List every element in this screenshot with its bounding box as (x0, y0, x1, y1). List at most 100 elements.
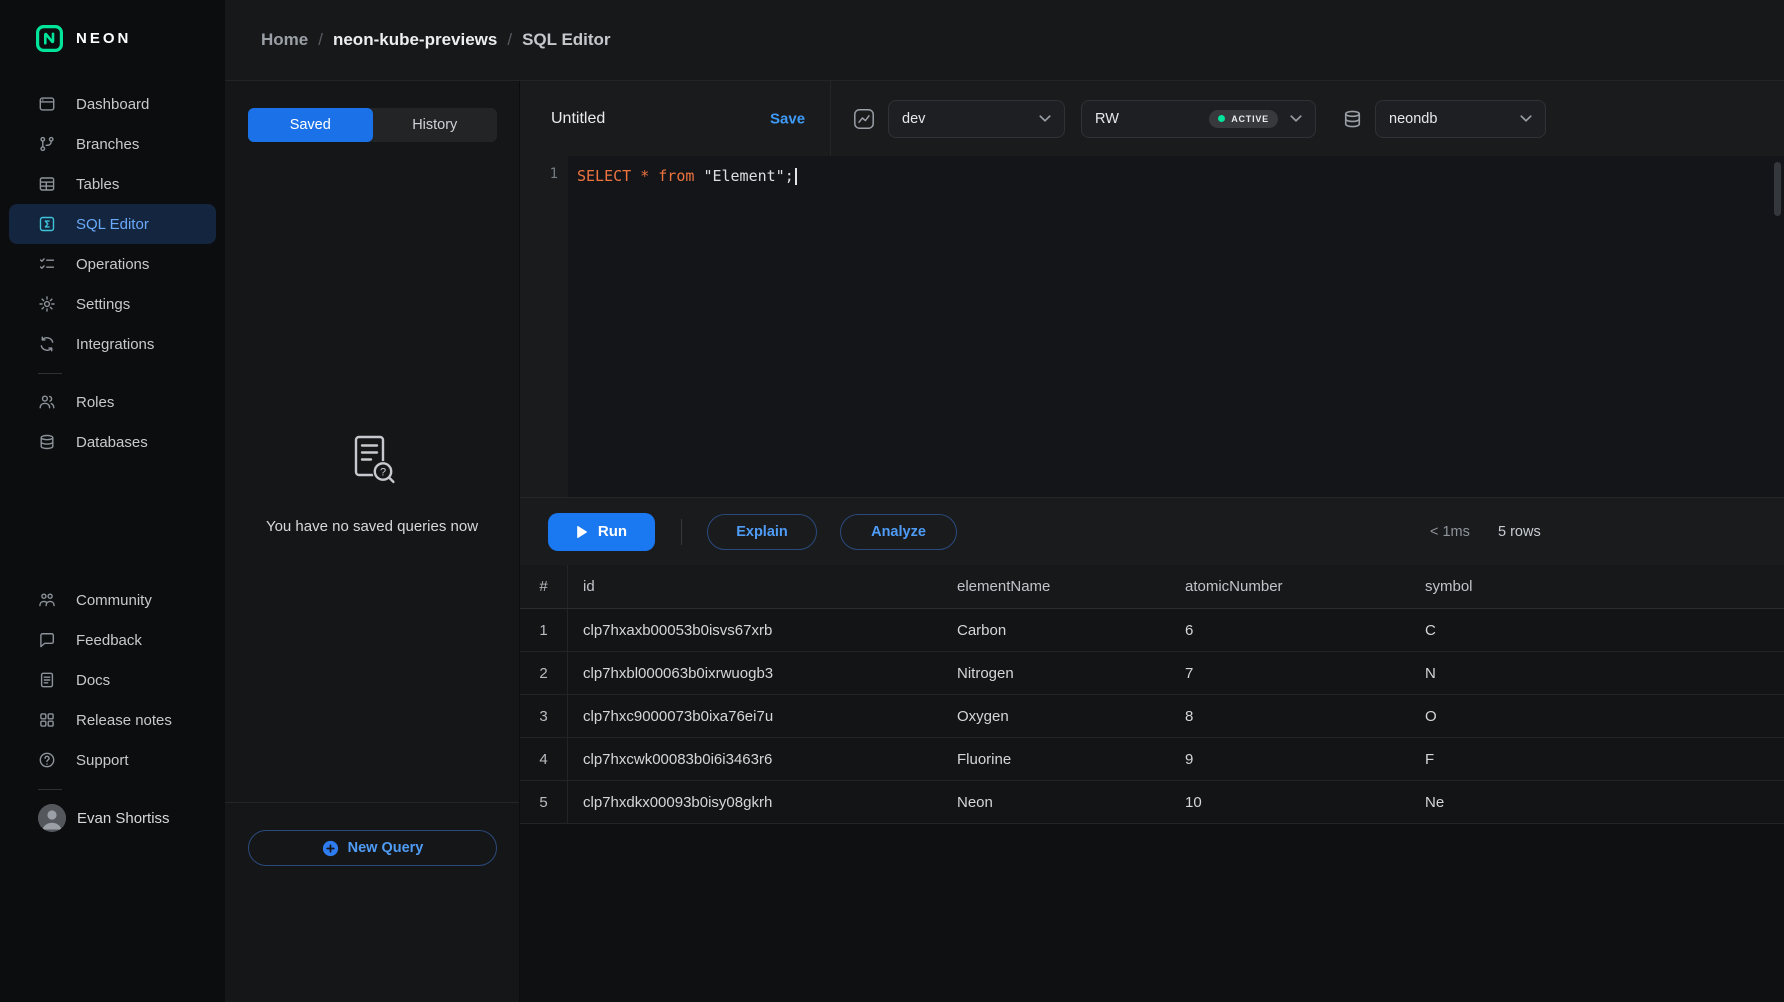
row-index-cell: 4 (520, 738, 568, 780)
results-table: # id elementName atomicNumber symbol 1cl… (520, 565, 1784, 1002)
new-query-label: New Query (348, 840, 424, 856)
cell-atomicNumber: 7 (1185, 652, 1425, 694)
sidebar-item-docs[interactable]: Docs (9, 660, 216, 700)
tab-history[interactable]: History (373, 108, 498, 142)
cell-elementName: Nitrogen (957, 652, 1185, 694)
sidebar-item-label: Docs (76, 672, 110, 689)
brand-logo[interactable]: NEON (0, 0, 225, 52)
sidebar-item-community[interactable]: Community (9, 580, 216, 620)
cell-atomicNumber: 9 (1185, 738, 1425, 780)
table-row[interactable]: 2clp7hxbl000063b0ixrwuogb3Nitrogen7N (520, 652, 1784, 695)
neon-console: NEON Dashboard Branches Tables (0, 0, 1784, 1002)
breadcrumb-current-page[interactable]: SQL Editor (522, 30, 610, 50)
cell-symbol: Ne (1425, 781, 1784, 823)
sidebar-item-release-notes[interactable]: Release notes (9, 700, 216, 740)
table-row[interactable]: 3clp7hxc9000073b0ixa76ei7uOxygen8O (520, 695, 1784, 738)
table-row[interactable]: 1clp7hxaxb00053b0isvs67xrbCarbon6C (520, 609, 1784, 652)
sidebar-item-operations[interactable]: Operations (9, 244, 216, 284)
sidebar-item-branches[interactable]: Branches (9, 124, 216, 164)
cell-atomicNumber: 6 (1185, 609, 1425, 651)
code-line: SELECT * from "Element"; (577, 165, 1784, 187)
cell-id: clp7hxbl000063b0ixrwuogb3 (568, 652, 957, 694)
sidebar-item-label: Roles (76, 394, 114, 411)
branch-select[interactable]: dev (888, 100, 1065, 138)
chevron-down-icon (1520, 115, 1532, 122)
integrations-icon (38, 335, 56, 353)
sidebar-item-label: Feedback (76, 632, 142, 649)
user-menu[interactable]: Evan Shortiss (9, 798, 216, 838)
cell-elementName: Carbon (957, 609, 1185, 651)
active-status-dot (1218, 115, 1225, 122)
code-token: * (640, 167, 649, 185)
row-index-cell: 5 (520, 781, 568, 823)
active-status-label: ACTIVE (1231, 114, 1269, 124)
explain-button[interactable]: Explain (707, 514, 817, 550)
compute-select[interactable]: RW ACTIVE (1081, 100, 1316, 138)
branch-select-value: dev (902, 111, 925, 127)
queries-panel: Saved History ? You have no saved querie… (225, 81, 520, 1002)
sidebar-item-label: Community (76, 592, 152, 609)
table-body: 1clp7hxaxb00053b0isvs67xrbCarbon6C2clp7h… (520, 609, 1784, 824)
sidebar-item-label: Settings (76, 296, 130, 313)
sidebar-item-settings[interactable]: Settings (9, 284, 216, 324)
save-button[interactable]: Save (770, 110, 805, 127)
sidebar-item-tables[interactable]: Tables (9, 164, 216, 204)
code-token: from (658, 167, 694, 185)
plus-circle-icon (322, 840, 339, 857)
sidebar-item-label: Branches (76, 136, 139, 153)
query-action-bar: Run Explain Analyze < 1ms 5 rows (520, 497, 1784, 565)
svg-text:?: ? (380, 467, 386, 479)
sidebar-item-roles[interactable]: Roles (9, 382, 216, 422)
editor-header: Untitled Save dev RW ACTIVE neon (520, 81, 1784, 156)
sidebar-item-label: Operations (76, 256, 149, 273)
analyze-button[interactable]: Analyze (840, 514, 957, 550)
sidebar-nav: Dashboard Branches Tables SQL Editor (0, 84, 225, 462)
cell-id: clp7hxc9000073b0ixa76ei7u (568, 695, 957, 737)
sidebar-item-databases[interactable]: Databases (9, 422, 216, 462)
editor-scrollbar[interactable] (1774, 162, 1781, 216)
docs-icon (38, 671, 56, 689)
breadcrumb-project[interactable]: neon-kube-previews (333, 30, 497, 50)
sidebar: NEON Dashboard Branches Tables (0, 0, 225, 1002)
sidebar-divider (38, 373, 62, 374)
sidebar-item-support[interactable]: Support (9, 740, 216, 780)
code-tokens: SELECT * from "Element"; (577, 167, 794, 185)
table-row[interactable]: 5clp7hxdkx00093b0isy08gkrhNeon10Ne (520, 781, 1784, 824)
breadcrumb-separator: / (318, 30, 323, 50)
release-notes-icon (38, 711, 56, 729)
run-button[interactable]: Run (548, 513, 655, 551)
sidebar-item-sql-editor[interactable]: SQL Editor (9, 204, 216, 244)
databases-icon (38, 433, 56, 451)
branches-icon (38, 135, 56, 153)
query-title[interactable]: Untitled (551, 110, 605, 128)
sidebar-item-dashboard[interactable]: Dashboard (9, 84, 216, 124)
sidebar-item-label: Databases (76, 434, 148, 451)
sidebar-item-label: SQL Editor (76, 216, 149, 233)
new-query-button[interactable]: New Query (248, 830, 497, 866)
row-index-cell: 1 (520, 609, 568, 651)
column-header-atomicNumber: atomicNumber (1185, 565, 1425, 608)
row-count: 5 rows (1498, 524, 1541, 540)
breadcrumb-home[interactable]: Home (261, 30, 308, 50)
cell-symbol: O (1425, 695, 1784, 737)
operations-icon (38, 255, 56, 273)
run-label: Run (598, 523, 627, 540)
database-select[interactable]: neondb (1375, 100, 1546, 138)
sidebar-item-feedback[interactable]: Feedback (9, 620, 216, 660)
cell-atomicNumber: 8 (1185, 695, 1425, 737)
cell-symbol: C (1425, 609, 1784, 651)
text-cursor (795, 168, 797, 185)
play-icon (576, 525, 588, 539)
sidebar-item-integrations[interactable]: Integrations (9, 324, 216, 364)
sql-editor: 1 SELECT * from "Element"; (520, 156, 1784, 497)
sidebar-item-label: Dashboard (76, 96, 149, 113)
cell-elementName: Neon (957, 781, 1185, 823)
table-row[interactable]: 4clp7hxcwk00083b0i6i3463r6Fluorine9F (520, 738, 1784, 781)
panel-divider (225, 802, 519, 803)
code-area[interactable]: SELECT * from "Element"; (568, 156, 1784, 497)
tab-saved[interactable]: Saved (248, 108, 373, 142)
database-icon (1342, 108, 1363, 129)
empty-state: ? You have no saved queries now (225, 430, 519, 535)
cell-id: clp7hxaxb00053b0isvs67xrb (568, 609, 957, 651)
cell-id: clp7hxcwk00083b0i6i3463r6 (568, 738, 957, 780)
